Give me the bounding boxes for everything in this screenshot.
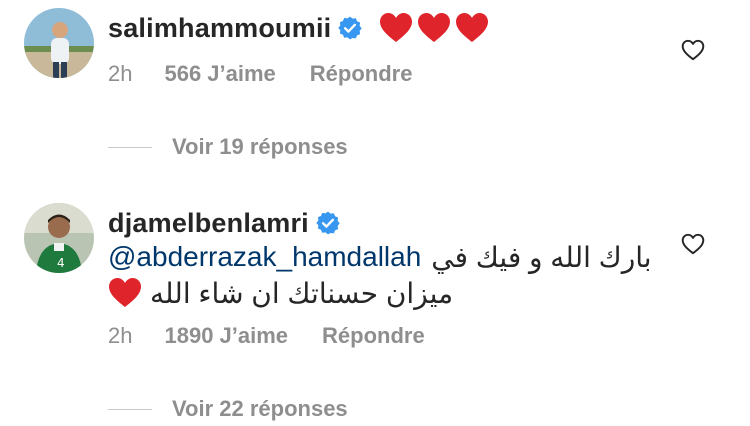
comment-text	[375, 12, 489, 44]
avatar[interactable]: 4	[24, 203, 94, 273]
comment-time: 2h	[108, 323, 133, 348]
view-replies-button[interactable]: Voir 19 réponses	[108, 131, 348, 163]
username[interactable]: salimhammoumii	[108, 13, 331, 44]
avatar-image: 4	[24, 203, 94, 273]
reply-button[interactable]: Répondre	[310, 61, 413, 87]
divider-line	[108, 408, 152, 410]
comment-likes[interactable]: 1890 J’aime	[164, 323, 288, 349]
red-heart-emoji	[379, 12, 413, 44]
view-replies-label[interactable]: Voir 22 réponses	[172, 396, 348, 422]
red-heart-emoji	[455, 12, 489, 44]
heart-outline-icon[interactable]	[680, 37, 706, 63]
comment-likes[interactable]: 566 J’aime	[164, 61, 275, 87]
heart-outline-icon[interactable]	[680, 231, 706, 257]
comment-text-line: ميزان حسناتك ان شاء الله	[108, 275, 453, 311]
comment-time: 2h	[108, 61, 133, 86]
verified-badge-icon	[315, 210, 341, 236]
reply-button[interactable]: Répondre	[322, 323, 425, 349]
comment-text: ميزان حسناتك ان شاء الله	[150, 277, 454, 309]
avatar-image	[24, 8, 94, 78]
comment-meta: 2h 1890 J’aime Répondre	[108, 321, 425, 351]
divider-line	[108, 146, 152, 148]
comment-text: بارك الله و فيك في	[431, 241, 652, 273]
red-heart-emoji	[417, 12, 451, 44]
svg-text:4: 4	[57, 256, 65, 270]
mention-link[interactable]: @abderrazak_hamdallah	[108, 241, 421, 273]
verified-badge-icon	[337, 15, 363, 41]
comment-thread: salimhammoumii 2h 566 J’aime Répondre Vo…	[0, 0, 750, 426]
username[interactable]: djamelbenlamri	[108, 208, 309, 239]
avatar[interactable]	[24, 8, 94, 78]
comment-meta: 2h 566 J’aime Répondre	[108, 59, 412, 89]
red-heart-emoji	[108, 277, 142, 309]
view-replies-button[interactable]: Voir 22 réponses	[108, 393, 348, 425]
view-replies-label[interactable]: Voir 19 réponses	[172, 134, 348, 160]
comment-text-line: @abderrazak_hamdallah بارك الله و فيك في	[108, 239, 652, 275]
